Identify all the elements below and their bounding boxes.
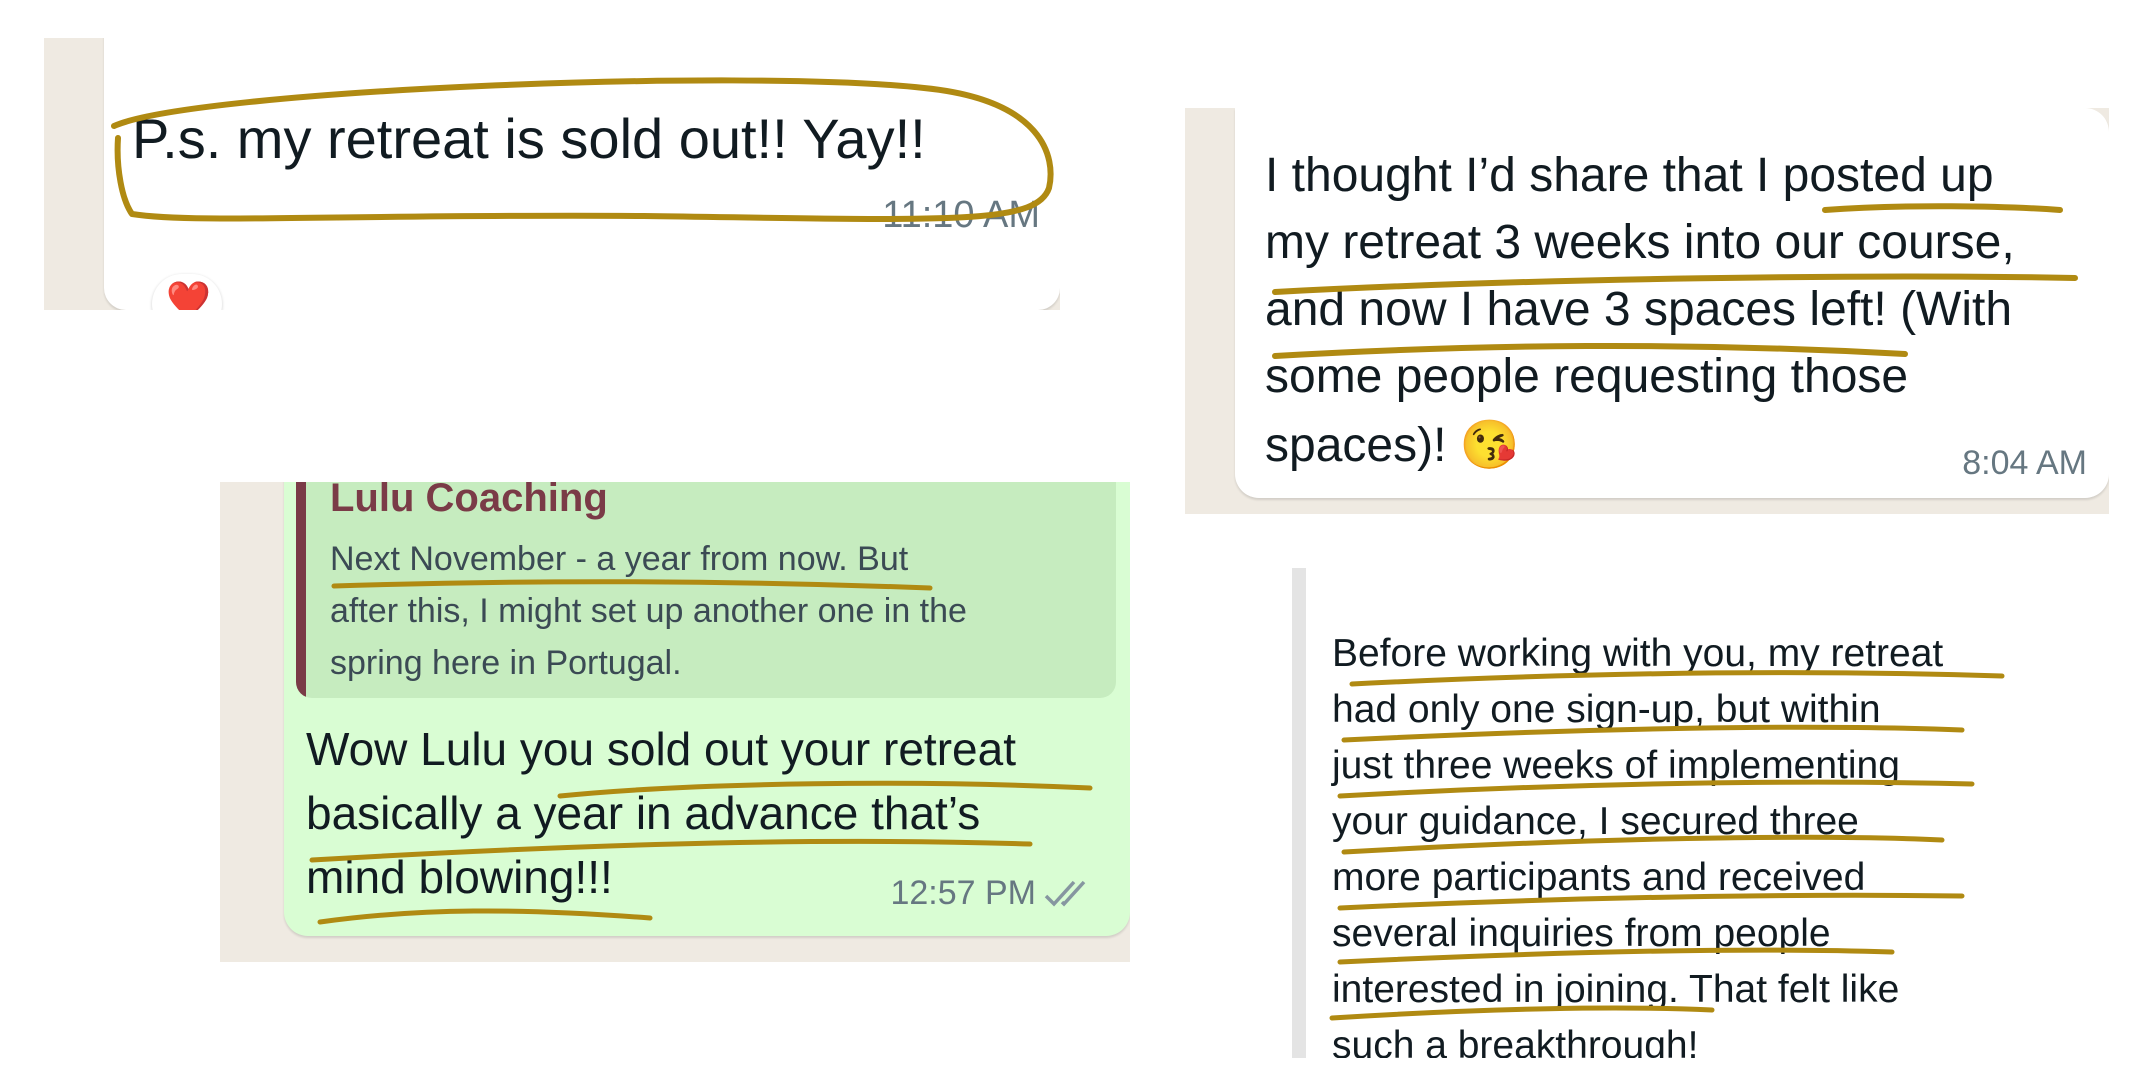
- message-line: just three weeks of implementing: [1332, 744, 1900, 787]
- quote-line: spring here in Portugal.: [330, 644, 682, 682]
- message-line: Before working with you, my retreat: [1332, 632, 1944, 675]
- outgoing-message-bubble[interactable]: Lulu Coaching Next November - a year fro…: [284, 482, 1130, 936]
- message-line: some people requesting those: [1265, 350, 1909, 403]
- message-line: mind blowing!!!: [306, 851, 613, 903]
- message-time: 8:04 AM: [1962, 444, 2087, 482]
- message-line: your guidance, I secured three: [1332, 800, 1859, 843]
- message-line: had only one sign-up, but within: [1332, 688, 1881, 731]
- message-line: spaces)! 😘: [1265, 419, 1520, 472]
- screenshot-panel-reply: Lulu Coaching Next November - a year fro…: [220, 482, 1130, 962]
- panel-left-edge: [1292, 568, 1306, 1058]
- quote-line: after this, I might set up another one i…: [330, 592, 967, 630]
- quote-author: Lulu Coaching: [330, 482, 608, 520]
- message-line: such a breakthrough!: [1332, 1024, 1699, 1058]
- message-line: more participants and received: [1332, 856, 1866, 899]
- message-bubble[interactable]: I thought I’d share that I posted up my …: [1235, 108, 2109, 498]
- screenshot-panel-sold-out: P.s. my retreat is sold out!! Yay!! 11:1…: [44, 38, 1060, 310]
- screenshot-panel-spaces-left: I thought I’d share that I posted up my …: [1185, 108, 2109, 514]
- message-line: and now I have 3 spaces left! (With: [1265, 283, 2013, 336]
- message-line: Wow Lulu you sold out your retreat: [306, 723, 1016, 775]
- message-line: basically a year in advance that’s: [306, 787, 981, 839]
- message-time: 12:57 PM: [890, 874, 1036, 912]
- message-time: 11:10 AM: [882, 194, 1040, 236]
- message-line: several inquiries from people: [1332, 912, 1831, 955]
- message-line: interested in joining. That felt like: [1332, 968, 1900, 1011]
- quoted-message[interactable]: Lulu Coaching Next November - a year fro…: [296, 482, 1116, 698]
- double-check-icon: [1044, 880, 1086, 907]
- message-text: P.s. my retreat is sold out!! Yay!!: [132, 107, 926, 170]
- quote-bar: [296, 482, 306, 698]
- screenshot-panel-testimonial: Before working with you, my retreat had …: [1292, 568, 2040, 1058]
- quote-line: Next November - a year from now. But: [330, 540, 909, 578]
- message-bubble[interactable]: P.s. my retreat is sold out!! Yay!! 11:1…: [104, 38, 1060, 310]
- message-line: my retreat 3 weeks into our course,: [1265, 216, 2015, 269]
- heart-icon: ❤️: [166, 279, 211, 311]
- message-line: I thought I’d share that I posted up: [1265, 149, 1994, 202]
